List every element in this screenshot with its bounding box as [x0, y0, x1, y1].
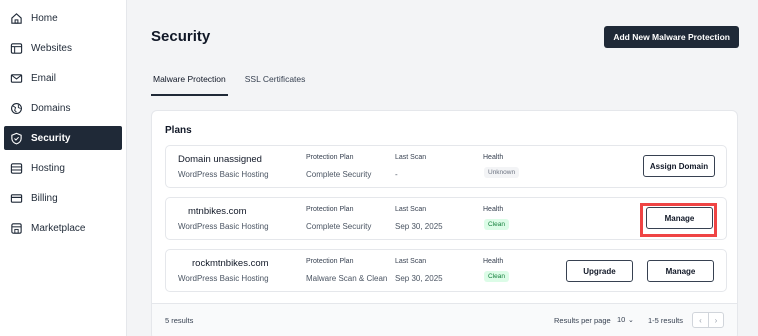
table-footer: 5 results Results per page 10 ⌄ 1-5 resu… [152, 303, 737, 336]
main-content: Security Add New Malware Protection Malw… [127, 0, 758, 336]
tab-bar: Malware Protection SSL Certificates [151, 68, 322, 96]
plan-label: Protection Plan [306, 258, 354, 265]
sidebar-item-home[interactable]: Home [4, 6, 122, 30]
health-badge: Unknown [484, 167, 520, 178]
sidebar-item-label: Billing [31, 192, 58, 204]
assign-domain-button[interactable]: Assign Domain [643, 155, 715, 177]
results-range: 1-5 results [648, 316, 684, 325]
page-title: Security [151, 28, 211, 45]
sidebar-item-billing[interactable]: Billing [4, 186, 122, 210]
mail-icon [10, 72, 23, 85]
domain-name: Domain unassigned [178, 154, 262, 165]
sidebar-item-label: Hosting [31, 162, 65, 174]
prev-page-button[interactable]: ‹ [693, 313, 708, 327]
scan-value: Sep 30, 2025 [395, 274, 443, 283]
plan-value: Complete Security [306, 222, 372, 231]
home-icon [10, 12, 23, 25]
next-page-button[interactable]: › [708, 313, 723, 327]
results-per-page-select[interactable]: 10 [617, 315, 625, 324]
sidebar: Home Websites Email Domains Security Hos… [0, 0, 127, 336]
scan-value: - [395, 170, 398, 179]
plan-row: rockmtnbikes.com WordPress Basic Hosting… [165, 249, 727, 292]
hosting-name: WordPress Basic Hosting [178, 274, 269, 283]
sidebar-item-label: Domains [31, 102, 71, 114]
plan-label: Protection Plan [306, 206, 354, 213]
hosting-name: WordPress Basic Hosting [178, 222, 269, 231]
sidebar-item-label: Security [31, 132, 71, 144]
health-label: Health [483, 154, 504, 161]
sidebar-item-websites[interactable]: Websites [4, 36, 122, 60]
browser-icon [10, 42, 23, 55]
scan-label: Last Scan [395, 206, 427, 213]
pagination: ‹ › [692, 312, 724, 328]
plan-value: Malware Scan & Clean [306, 274, 388, 283]
plans-title: Plans [165, 125, 192, 136]
server-icon [10, 162, 23, 175]
sidebar-item-label: Marketplace [31, 222, 86, 234]
sidebar-item-security[interactable]: Security [4, 126, 122, 150]
tab-malware-protection[interactable]: Malware Protection [151, 68, 228, 96]
highlight-box [640, 203, 717, 237]
plan-label: Protection Plan [306, 154, 354, 161]
sidebar-item-hosting[interactable]: Hosting [4, 156, 122, 180]
health-badge: Clean [484, 271, 509, 282]
plans-card: Plans Domain unassigned WordPress Basic … [151, 110, 738, 336]
sidebar-item-marketplace[interactable]: Marketplace [4, 216, 122, 240]
store-icon [10, 222, 23, 235]
sidebar-item-label: Home [31, 12, 58, 24]
upgrade-button[interactable]: Upgrade [566, 260, 633, 282]
sidebar-item-label: Email [31, 72, 57, 84]
hosting-name: WordPress Basic Hosting [178, 170, 269, 179]
globe-icon [10, 102, 23, 115]
domain-name: rockmtnbikes.com [192, 258, 269, 269]
sidebar-item-label: Websites [31, 42, 72, 54]
credit-card-icon [10, 192, 23, 205]
health-label: Health [483, 206, 504, 213]
domain-name: mtnbikes.com [188, 206, 247, 217]
chevron-down-icon: ⌄ [628, 317, 634, 324]
scan-value: Sep 30, 2025 [395, 222, 443, 231]
scan-label: Last Scan [395, 258, 427, 265]
add-malware-protection-button[interactable]: Add New Malware Protection [604, 26, 739, 48]
plan-value: Complete Security [306, 170, 372, 179]
results-count: 5 results [165, 316, 194, 325]
health-badge: Clean [484, 219, 509, 230]
tab-ssl-certificates[interactable]: SSL Certificates [243, 68, 308, 96]
shield-icon [10, 132, 23, 145]
results-per-page-label: Results per page [554, 316, 611, 325]
health-label: Health [483, 258, 504, 265]
plan-row: Domain unassigned WordPress Basic Hostin… [165, 145, 727, 188]
scan-label: Last Scan [395, 154, 427, 161]
sidebar-item-email[interactable]: Email [4, 66, 122, 90]
manage-button[interactable]: Manage [647, 260, 714, 282]
sidebar-item-domains[interactable]: Domains [4, 96, 122, 120]
